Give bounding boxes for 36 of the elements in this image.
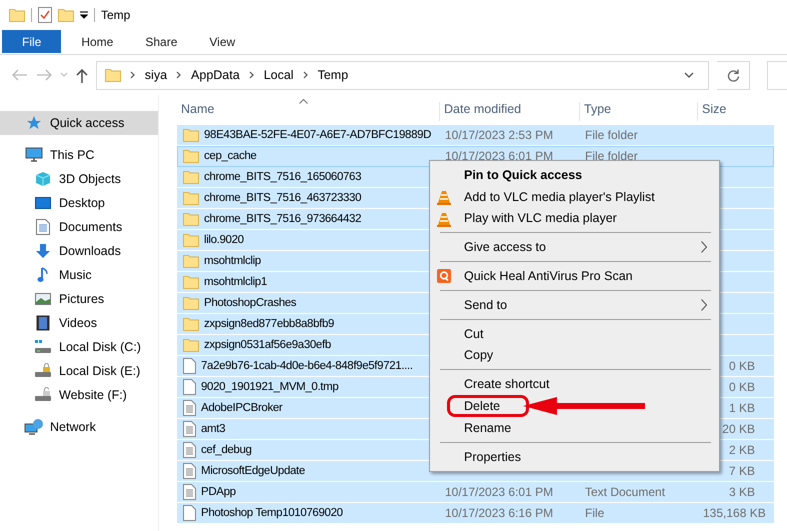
file-name: AdobeIPCBroker: [201, 402, 282, 414]
window-title: Temp: [101, 8, 130, 22]
file-name: Photoshop Temp1010769020: [201, 507, 343, 519]
file-name: chrome_BITS_7516_463723330: [204, 192, 362, 204]
file-size: 7 KB: [728, 464, 755, 478]
date-modified: 10/17/2023 2:53 PM: [445, 128, 554, 142]
file-size: 3 KB: [728, 485, 755, 499]
file-name: zxpsign0531af56e9a30efb: [204, 339, 331, 351]
file-size: 0 KB: [728, 359, 755, 373]
date-modified: 10/17/2023 6:16 PM: [445, 506, 554, 520]
file-name: lilo.9020: [204, 234, 244, 246]
file-size: 1 KB: [728, 401, 755, 415]
file-size: 0 KB: [728, 380, 755, 394]
file-name: PDApp: [201, 486, 236, 498]
file-type: File folder: [585, 149, 638, 163]
file-name: cef_debug: [201, 444, 252, 456]
file-size: 135,168 KB: [703, 506, 766, 520]
file-type: File folder: [585, 128, 638, 142]
file-name: 98E43BAE-52FE-4E07-A6E7-AD7BFC19889D: [204, 129, 432, 141]
file-size: 20 KB: [722, 422, 755, 436]
file-name: msohtmlclip1: [204, 276, 267, 288]
file-name: 7a2e9b76-1cab-4d0e-b6e4-848f9e5f9721....: [201, 360, 413, 372]
file-name: msohtmlclip: [204, 255, 261, 267]
file-name: cep_cache: [204, 150, 256, 162]
file-size: 2 KB: [728, 443, 755, 457]
file-name: chrome_BITS_7516_165060763: [204, 171, 362, 183]
date-modified: 10/17/2023 6:01 PM: [445, 485, 554, 499]
file-name: 9020_1901921_MVM_0.tmp: [201, 381, 338, 393]
file-name: PhotoshopCrashes: [204, 297, 296, 309]
file-name: MicrosoftEdgeUpdate: [201, 465, 305, 477]
file-name: zxpsign8ed877ebb8a8bfb9: [204, 318, 334, 330]
file-name: chrome_BITS_7516_973664432: [204, 213, 362, 225]
file-name: amt3: [201, 423, 226, 435]
file-type: File: [585, 506, 604, 520]
file-type: Text Document: [585, 485, 666, 499]
date-modified: 10/17/2023 6:01 PM: [445, 149, 554, 163]
